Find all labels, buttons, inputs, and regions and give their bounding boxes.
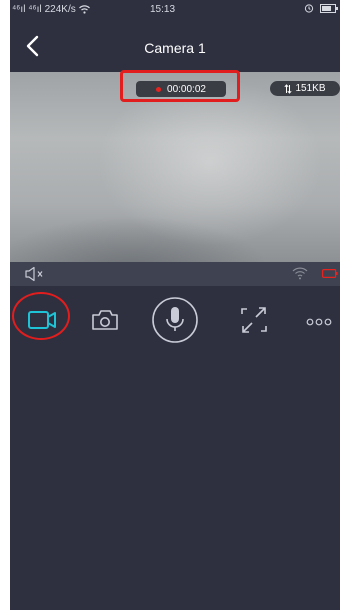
control-toolbar bbox=[10, 286, 340, 356]
recording-timer: 00:00:02 bbox=[167, 83, 206, 95]
expand-icon bbox=[241, 307, 267, 333]
status-left: ⁴⁶ıl ⁴⁶ıl 224K/s bbox=[12, 4, 90, 15]
data-transfer-icon bbox=[284, 83, 293, 94]
video-info-strip bbox=[10, 262, 340, 286]
status-battery-icon bbox=[320, 3, 338, 13]
data-usage-badge: 151KB bbox=[270, 81, 340, 96]
data-usage: 151KB bbox=[295, 83, 326, 94]
wifi-icon bbox=[292, 267, 308, 280]
microphone-button[interactable] bbox=[151, 296, 199, 344]
status-right bbox=[304, 3, 338, 13]
camera-icon bbox=[92, 310, 118, 330]
snapshot-button[interactable] bbox=[82, 296, 130, 344]
battery-low-icon bbox=[322, 269, 338, 278]
speaker-muted-icon bbox=[25, 266, 43, 282]
network-speed: 224K/s bbox=[44, 4, 76, 15]
more-button[interactable] bbox=[300, 296, 340, 344]
signal-text: ⁴⁶ıl ⁴⁶ıl bbox=[12, 4, 42, 15]
status-bar: ⁴⁶ıl ⁴⁶ıl 224K/s 15:13 bbox=[10, 0, 340, 20]
nav-bar: Camera 1 bbox=[10, 20, 340, 72]
alarm-icon bbox=[304, 4, 314, 13]
page-title: Camera 1 bbox=[144, 40, 206, 56]
status-wifi-icon bbox=[78, 5, 90, 14]
more-dots-icon bbox=[306, 318, 332, 326]
record-highlight-circle bbox=[12, 292, 70, 340]
fullscreen-button[interactable] bbox=[230, 296, 278, 344]
status-time: 15:13 bbox=[150, 4, 176, 15]
recording-timer-badge: 00:00:02 bbox=[136, 81, 226, 97]
recording-dot-icon bbox=[156, 86, 162, 92]
content-area bbox=[10, 356, 340, 610]
mute-button[interactable] bbox=[24, 266, 46, 282]
microphone-icon bbox=[152, 297, 198, 343]
